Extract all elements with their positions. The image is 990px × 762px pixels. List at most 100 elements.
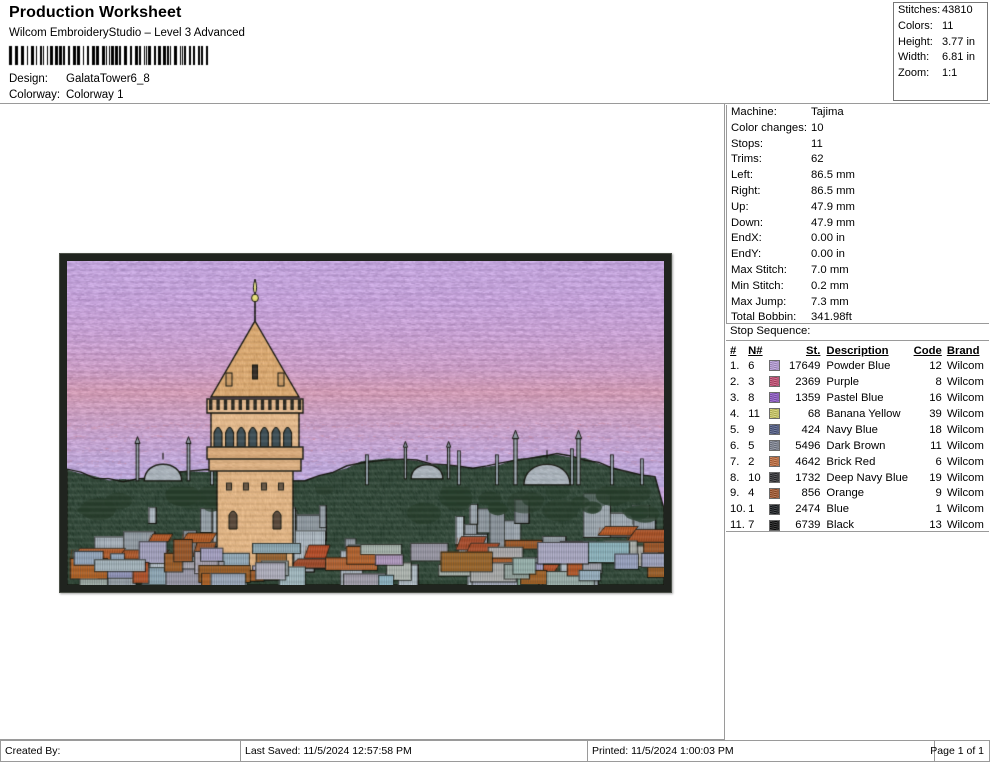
- row-stitch-count: 17649: [788, 359, 821, 372]
- stat-value: 1:1: [942, 67, 958, 80]
- machine-info-label: EndX:: [731, 232, 762, 245]
- machine-info-value: 0.00 in: [811, 248, 845, 261]
- footer-page-number: Page 1 of 1: [930, 745, 984, 757]
- machine-info-value: 86.5 mm: [811, 184, 855, 197]
- row-brand: Wilcom: [946, 471, 984, 484]
- table-row[interactable]: 6. 5 5496 Dark Brown 11 Wilcom: [726, 438, 989, 454]
- table-header-row: # N# St. Description Code Brand: [726, 342, 989, 358]
- row-description: Orange: [826, 487, 865, 500]
- machine-info-label: Left:: [731, 169, 753, 182]
- page-title: Production Worksheet: [9, 4, 182, 21]
- machine-info-value: 86.5 mm: [811, 169, 855, 182]
- table-row[interactable]: 8. 10 1732 Deep Navy Blue 19 Wilcom: [726, 470, 989, 486]
- table-row[interactable]: 4. 11 68 Banana Yellow 39 Wilcom: [726, 406, 989, 422]
- row-stitch-count: 1359: [795, 391, 821, 404]
- design-row: Design: GalataTower6_8: [9, 73, 309, 88]
- machine-info-value: 7.3 mm: [811, 295, 849, 308]
- thread-color-swatch: [768, 456, 780, 468]
- row-index: 9.: [730, 487, 740, 500]
- machine-info-value: 47.9 mm: [811, 216, 855, 229]
- table-row[interactable]: 3. 8 1359 Pastel Blue 16 Wilcom: [726, 390, 989, 406]
- thread-color-swatch: [768, 472, 780, 484]
- embroidery-artwork-canvas: [67, 261, 664, 585]
- color-swatch-cell: [767, 501, 782, 517]
- row-description: Deep Navy Blue: [826, 471, 909, 484]
- machine-info-row: Left: 86.5 mm: [727, 168, 989, 184]
- row-needle: 10: [748, 471, 761, 484]
- row-code: 9: [935, 487, 942, 500]
- thread-color-swatch: [768, 487, 780, 499]
- row-needle: 6: [748, 359, 755, 372]
- row-index: 6.: [730, 439, 740, 452]
- machine-info-value: 62: [811, 153, 824, 166]
- row-description: Navy Blue: [826, 423, 878, 436]
- row-brand: Wilcom: [946, 375, 984, 388]
- stat-value: 11: [942, 19, 954, 32]
- row-code: 16: [929, 391, 942, 404]
- machine-info-label: Right:: [731, 184, 761, 197]
- row-description: Pastel Blue: [826, 391, 884, 404]
- machine-info-value: 341.98ft: [811, 311, 852, 324]
- row-code: 12: [929, 359, 942, 372]
- col-header-brand: Brand: [946, 345, 980, 357]
- machine-info-value: 11: [811, 137, 823, 150]
- colorway-label: Colorway:: [9, 89, 61, 101]
- machine-info-value: 0.00 in: [811, 232, 845, 245]
- row-needle: 8: [748, 391, 755, 404]
- machine-info-label: Stops:: [731, 137, 764, 150]
- row-brand: Wilcom: [946, 503, 984, 516]
- table-row[interactable]: 2. 3 2369 Purple 8 Wilcom: [726, 374, 989, 390]
- row-index: 1.: [730, 359, 740, 372]
- row-code: 18: [929, 423, 942, 436]
- row-needle: 3: [748, 375, 755, 388]
- thread-color-swatch: [768, 440, 780, 452]
- machine-info-label: Max Jump:: [731, 295, 787, 308]
- machine-info-label: Down:: [731, 216, 764, 229]
- row-needle: 11: [748, 407, 760, 420]
- machine-info-label: Total Bobbin:: [731, 311, 797, 324]
- machine-info-row: Up: 47.9 mm: [727, 200, 989, 216]
- row-index: 3.: [730, 391, 740, 404]
- row-stitch-count: 68: [807, 407, 821, 420]
- thread-color-swatch: [768, 424, 780, 436]
- stat-row: Zoom: 1:1: [894, 66, 987, 82]
- col-header-index: #: [730, 345, 737, 357]
- row-code: 1: [935, 503, 942, 516]
- row-brand: Wilcom: [946, 455, 984, 468]
- table-row[interactable]: 1. 6 17649 Powder Blue 12 Wilcom: [726, 358, 989, 374]
- thread-color-swatch: [768, 519, 780, 531]
- stat-value: 6.81 in: [942, 51, 976, 64]
- design-label: Design:: [9, 73, 48, 85]
- color-swatch-cell: [767, 454, 782, 470]
- color-swatch-cell: [767, 374, 782, 390]
- color-swatch-cell: [767, 406, 782, 422]
- row-brand: Wilcom: [946, 439, 984, 452]
- design-preview-canvas-holder: [67, 261, 664, 585]
- row-stitch-count: 5496: [795, 439, 821, 452]
- row-needle: 9: [748, 423, 755, 436]
- table-row[interactable]: 5. 9 424 Navy Blue 18 Wilcom: [726, 422, 989, 438]
- machine-info-label: Min Stitch:: [731, 279, 784, 292]
- stat-row: Width: 6.81 in: [894, 50, 987, 66]
- row-needle: 4: [748, 487, 755, 500]
- machine-info-label: Max Stitch:: [731, 263, 787, 276]
- col-header-needle: N#: [748, 345, 763, 357]
- machine-info-value: 47.9 mm: [811, 200, 855, 213]
- footer-created-by: Created By:: [5, 745, 61, 757]
- row-code: 8: [935, 375, 942, 388]
- table-row[interactable]: 9. 4 856 Orange 9 Wilcom: [726, 486, 989, 502]
- machine-info-row: Min Stitch: 0.2 mm: [727, 279, 989, 295]
- design-preview[interactable]: [59, 253, 672, 593]
- row-index: 2.: [730, 375, 740, 388]
- stop-sequence-label: Stop Sequence:: [730, 325, 811, 337]
- thread-color-swatch: [768, 392, 780, 404]
- row-stitch-count: 1732: [795, 471, 821, 484]
- machine-info-row: EndY: 0.00 in: [727, 247, 989, 263]
- row-description: Banana Yellow: [826, 407, 901, 420]
- table-row[interactable]: 10. 1 2474 Blue 1 Wilcom: [726, 501, 989, 517]
- table-row[interactable]: 7. 2 4642 Brick Red 6 Wilcom: [726, 454, 989, 470]
- thread-color-swatch: [768, 360, 780, 372]
- machine-info-label: Trims:: [731, 153, 762, 166]
- stat-value: 3.77 in: [942, 35, 976, 48]
- machine-info-value: 0.2 mm: [811, 279, 849, 292]
